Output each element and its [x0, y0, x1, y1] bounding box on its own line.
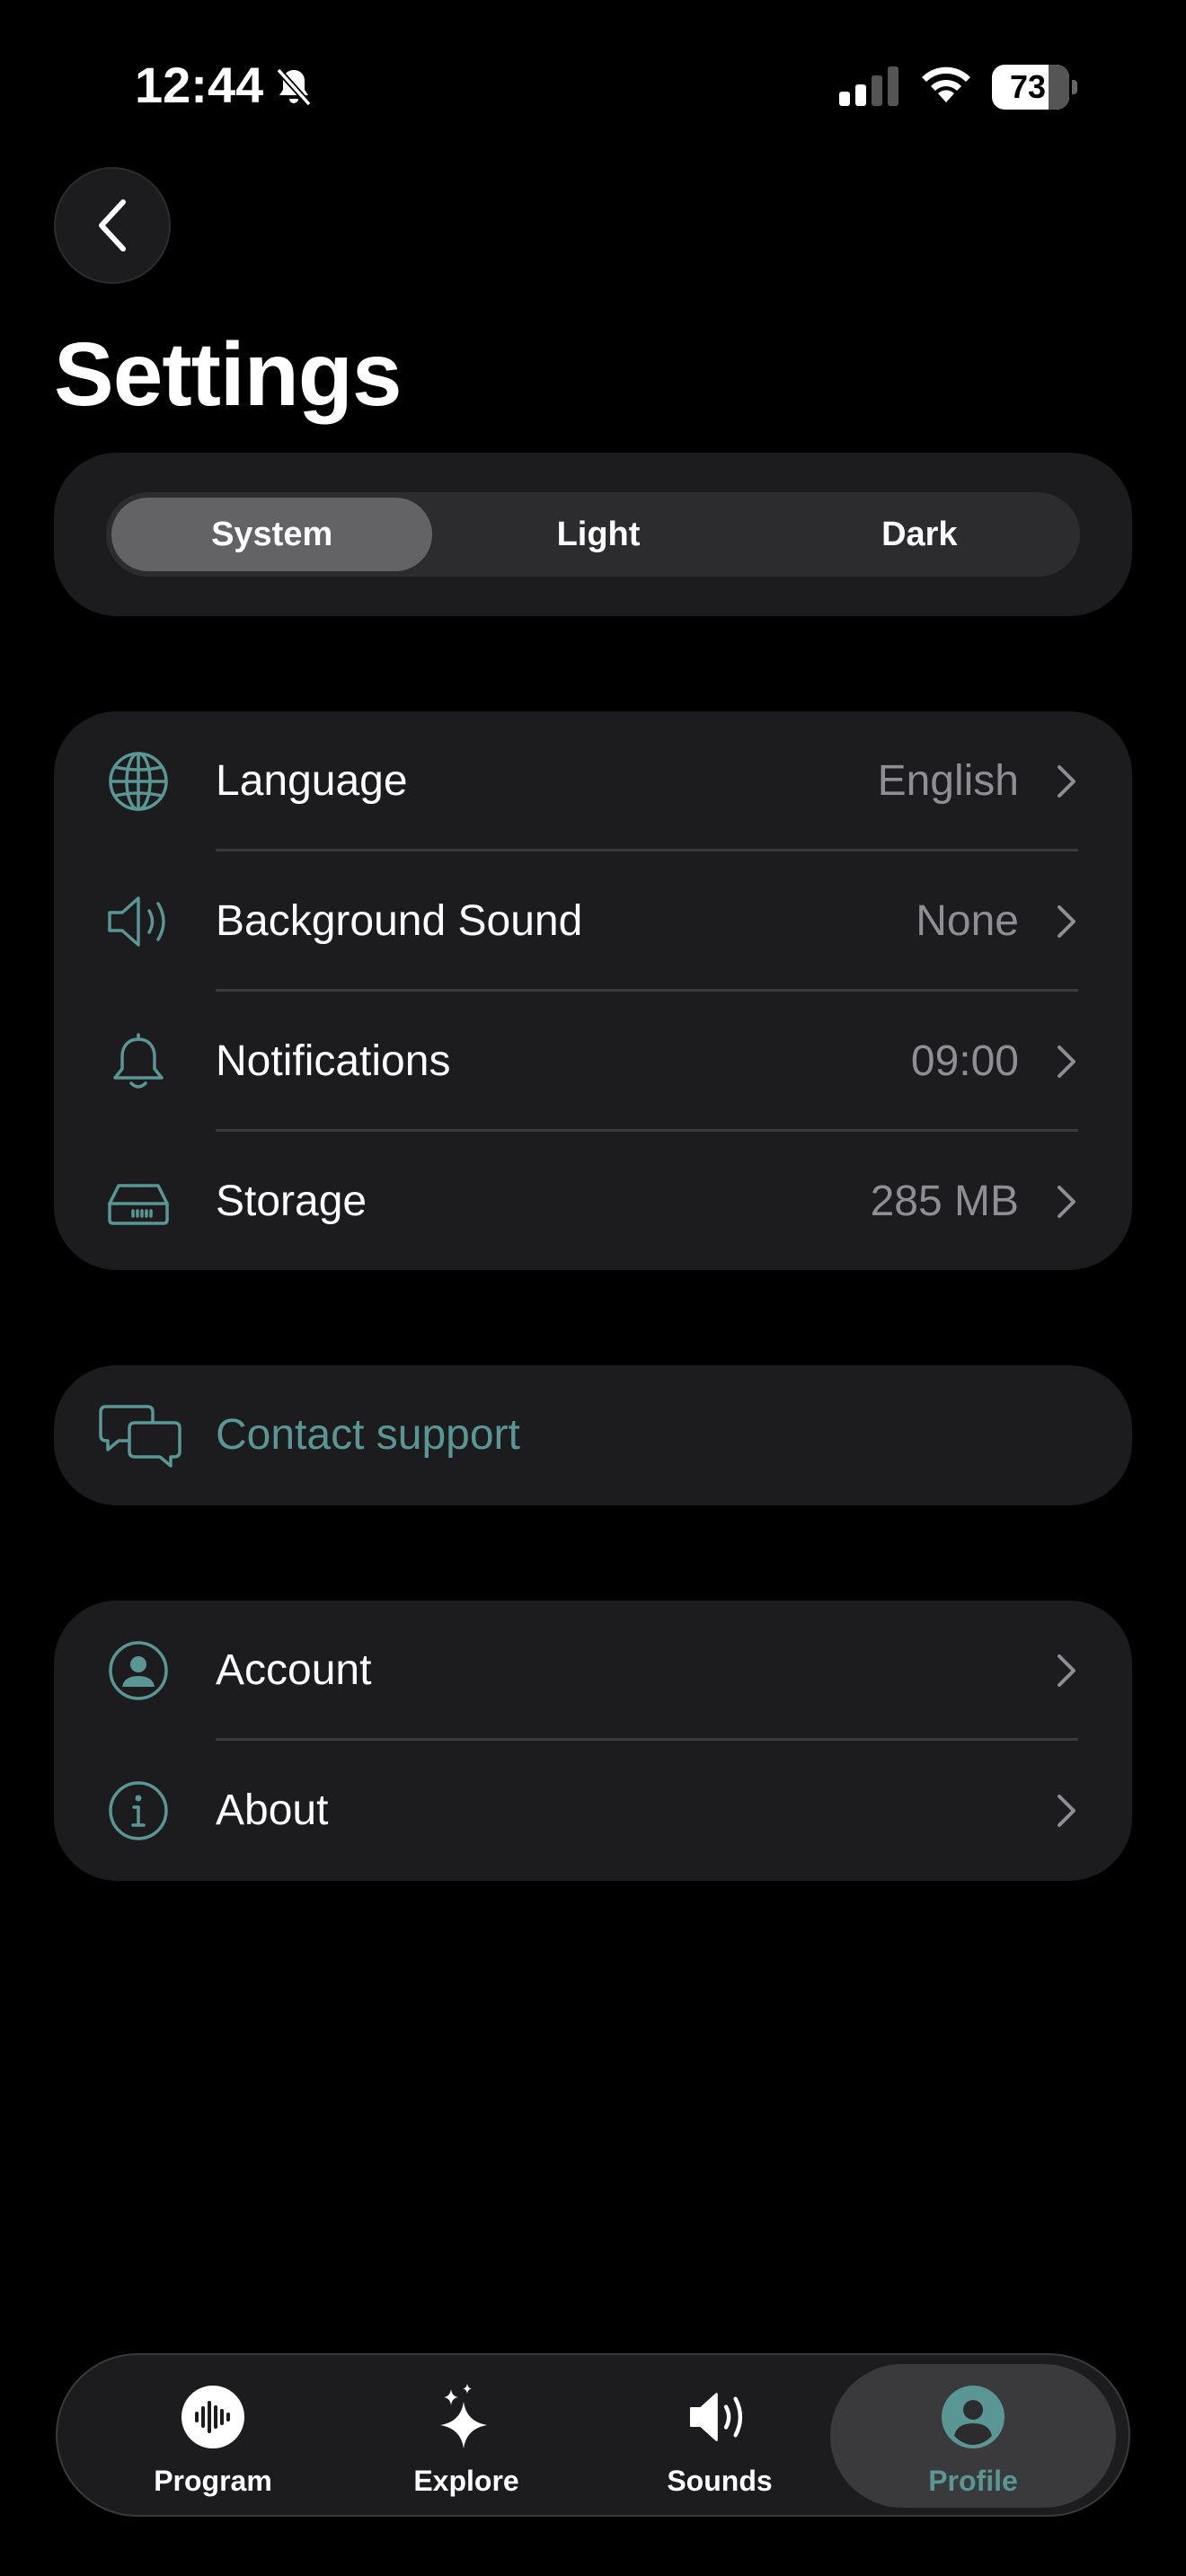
- speaker-icon: [108, 896, 165, 947]
- page-title: Settings: [54, 324, 402, 425]
- contact-support-button[interactable]: Contact support: [54, 1365, 1132, 1505]
- settings-row-label: Background Sound: [216, 897, 583, 945]
- settings-row-label: Notifications: [216, 1037, 451, 1085]
- tab-label: Sounds: [667, 2465, 773, 2497]
- tab-explore[interactable]: Explore: [340, 2355, 593, 2515]
- bell-slash-icon: [276, 67, 312, 107]
- chevron-right-icon: [1058, 905, 1075, 938]
- cellular-signal-icon: [839, 66, 898, 106]
- back-button[interactable]: [54, 167, 171, 284]
- info-circle-icon: [109, 1781, 168, 1840]
- tab-sounds[interactable]: Sounds: [593, 2355, 846, 2515]
- settings-row-label: Storage: [216, 1178, 367, 1225]
- settings-row-notifications[interactable]: Notifications 09:00: [54, 992, 1132, 1132]
- account-group: Account About: [54, 1601, 1132, 1881]
- settings-row-storage[interactable]: Storage 285 MB: [54, 1132, 1132, 1270]
- settings-row-value: 285 MB: [870, 1178, 1019, 1225]
- chevron-right-icon: [1058, 1795, 1075, 1827]
- globe-icon: [109, 752, 168, 811]
- battery-icon: 73: [992, 65, 1078, 110]
- status-time: 12:44: [135, 57, 264, 113]
- chat-bubbles-icon: [99, 1405, 181, 1468]
- settings-row-account[interactable]: Account: [54, 1601, 1132, 1741]
- settings-row-background-sound[interactable]: Background Sound None: [54, 851, 1132, 992]
- settings-row-label: About: [216, 1786, 329, 1834]
- tab-label: Program: [154, 2465, 272, 2497]
- theme-option-light[interactable]: Light: [438, 492, 758, 577]
- settings-group: Language English Background Sound None N…: [54, 711, 1132, 1270]
- theme-segmented-control: System Light Dark: [106, 492, 1080, 577]
- chevron-right-icon: [1058, 1654, 1075, 1687]
- contact-support-label: Contact support: [216, 1411, 520, 1459]
- theme-option-system[interactable]: System: [111, 498, 433, 571]
- sparkles-icon: [440, 2384, 487, 2448]
- tab-label: Profile: [928, 2465, 1018, 2497]
- theme-option-label: Light: [556, 515, 641, 553]
- theme-card: System Light Dark: [54, 453, 1132, 616]
- waveform-icon: [181, 2386, 244, 2448]
- chevron-right-icon: [1058, 1186, 1075, 1218]
- chevron-right-icon: [1058, 1045, 1075, 1078]
- tab-program[interactable]: Program: [86, 2355, 340, 2515]
- profile-icon: [942, 2386, 1005, 2448]
- settings-row-value: 09:00: [910, 1037, 1019, 1085]
- tab-label: Explore: [413, 2465, 519, 2497]
- theme-option-label: System: [211, 515, 333, 553]
- settings-screen: 12:44 73 Settings System Light Dark Lang…: [0, 0, 1186, 2576]
- settings-row-label: Language: [216, 757, 408, 805]
- settings-row-value: None: [916, 897, 1019, 945]
- chevron-right-icon: [1058, 765, 1075, 798]
- storage-drive-icon: [108, 1184, 169, 1225]
- tab-bar: Program Explore Sounds Profile: [56, 2353, 1130, 2517]
- bell-icon: [113, 1033, 164, 1089]
- battery-level: 73: [1009, 68, 1047, 105]
- wifi-icon: [922, 66, 970, 102]
- settings-row-about[interactable]: About: [54, 1741, 1132, 1881]
- settings-row-value: English: [877, 757, 1019, 805]
- chevron-left-icon: [99, 199, 126, 251]
- theme-option-dark[interactable]: Dark: [759, 492, 1080, 577]
- status-bar: 12:44 73: [0, 0, 1186, 180]
- tab-profile[interactable]: Profile: [830, 2364, 1116, 2508]
- settings-row-language[interactable]: Language English: [54, 711, 1132, 851]
- theme-option-label: Dark: [881, 515, 958, 553]
- speaker-wave-icon: [689, 2393, 743, 2441]
- person-circle-icon: [109, 1641, 168, 1700]
- settings-row-label: Account: [216, 1646, 372, 1694]
